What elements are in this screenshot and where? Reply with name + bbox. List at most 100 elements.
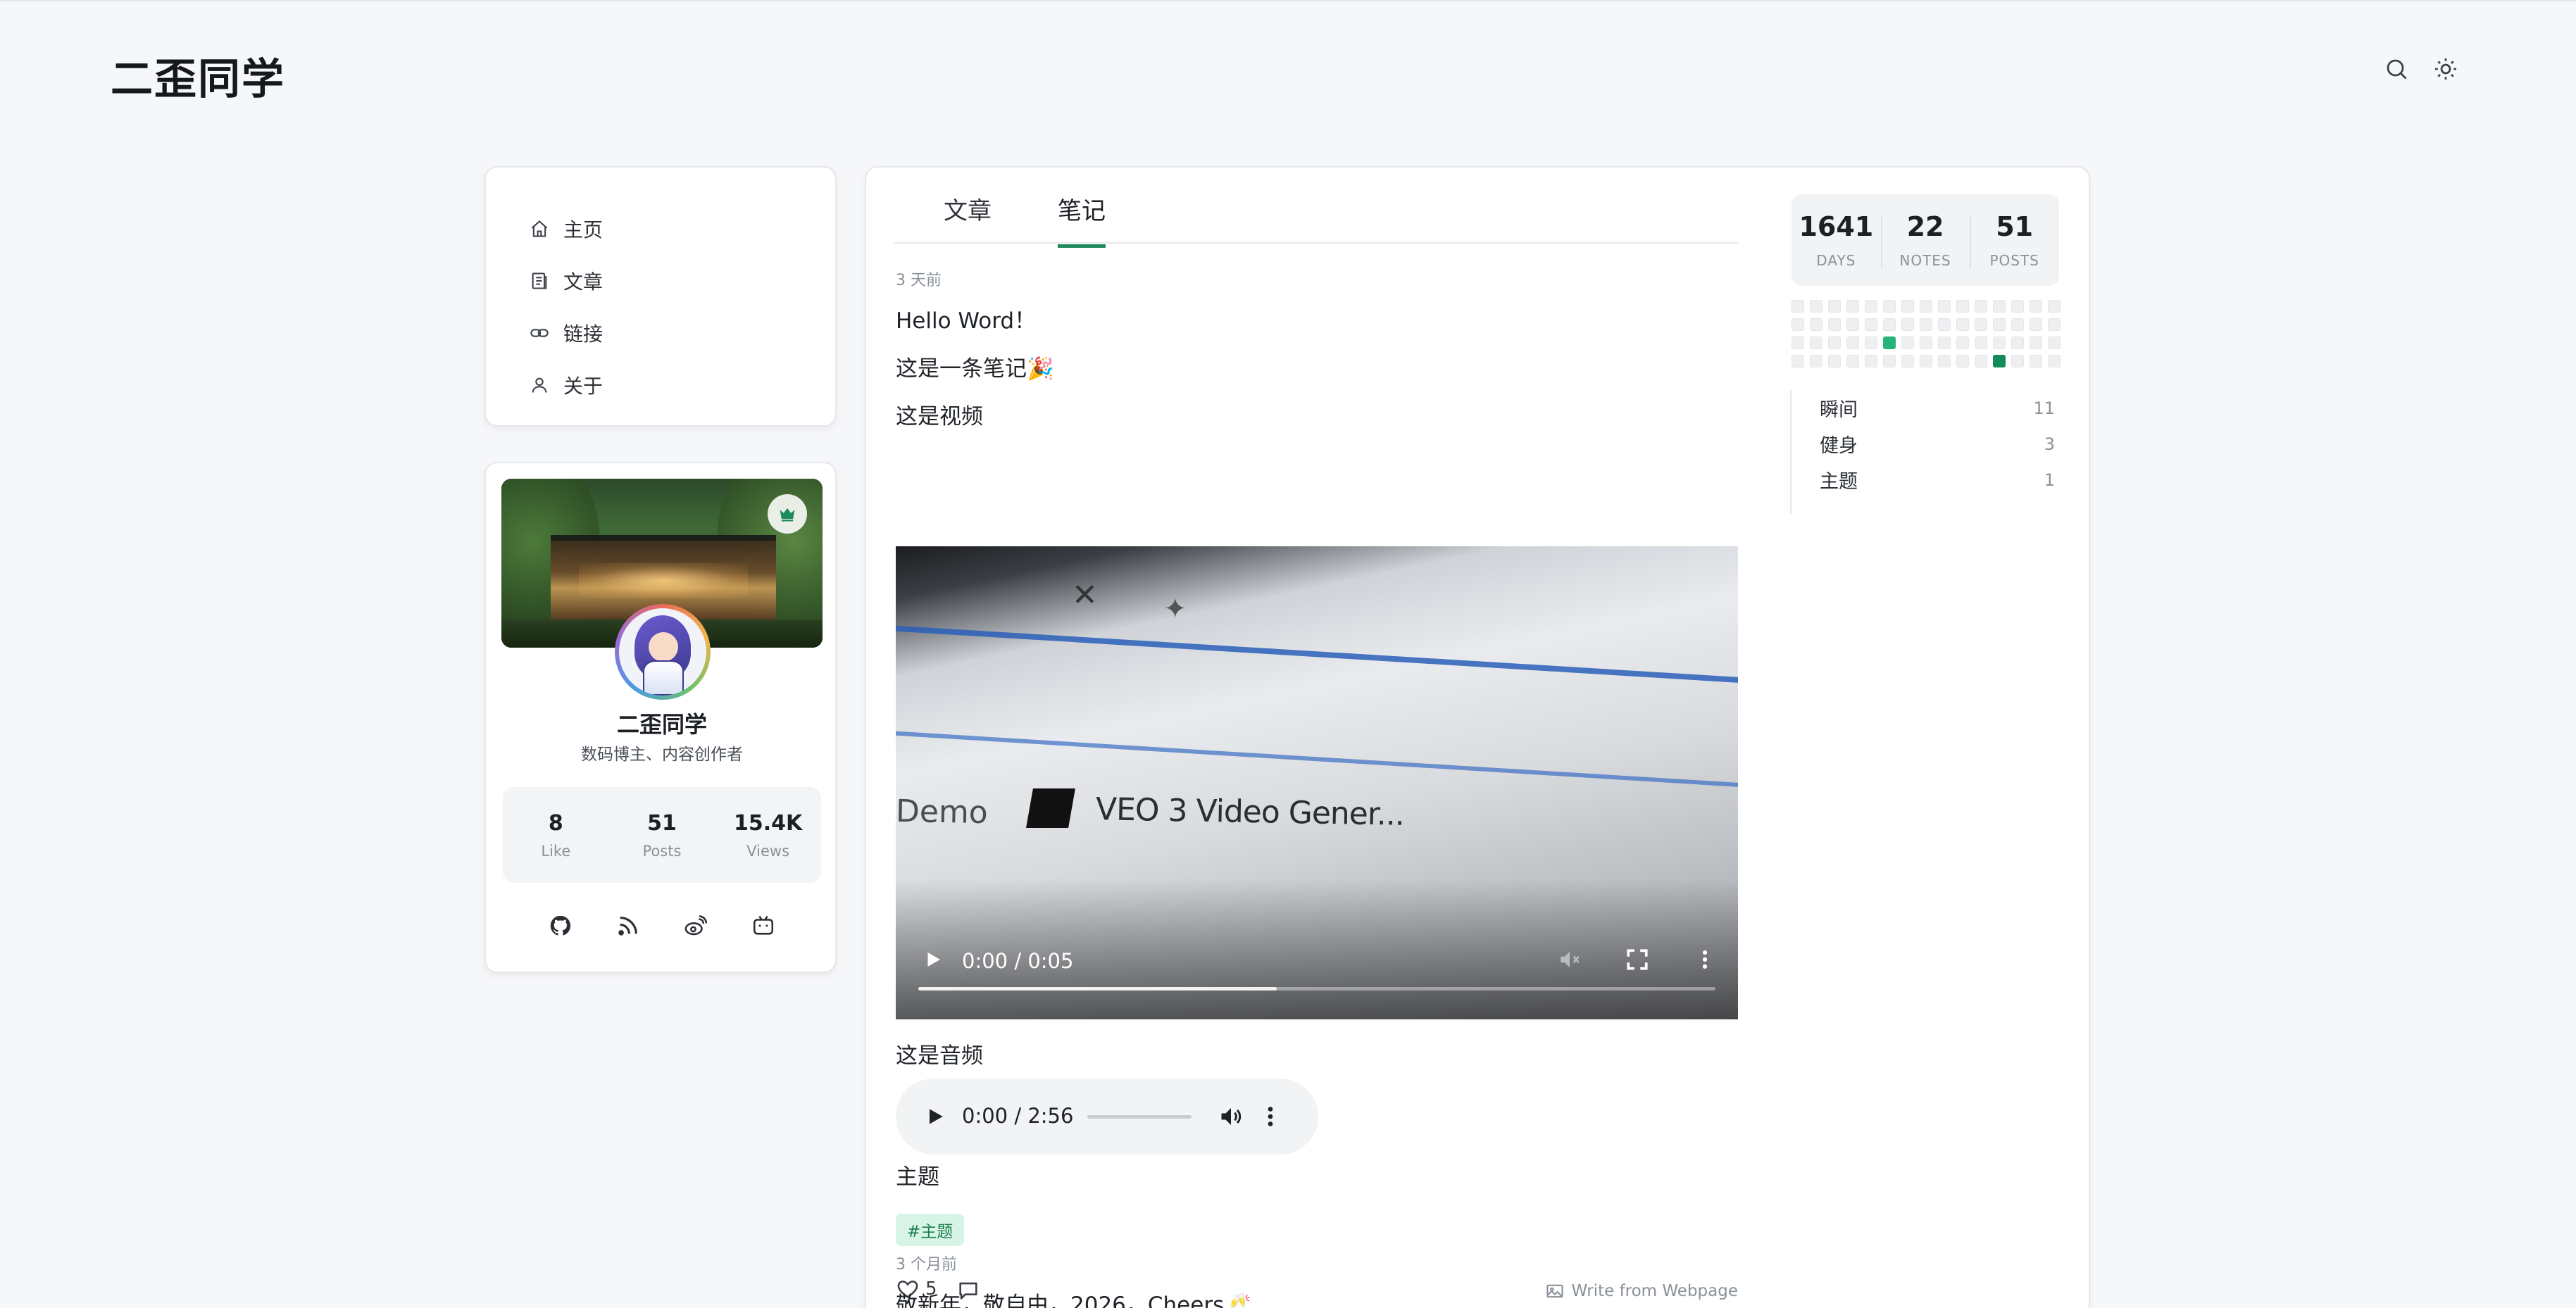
link-icon bbox=[530, 323, 549, 343]
heatmap-cell bbox=[1901, 337, 1914, 349]
heatmap-cell bbox=[2048, 318, 2061, 331]
stat-posts: 51 Posts bbox=[613, 811, 711, 860]
note-tag[interactable]: #主题 bbox=[896, 1214, 965, 1246]
heatmap-cell bbox=[1792, 355, 1804, 367]
nav-item-label: 文章 bbox=[563, 270, 604, 294]
audio-more-icon[interactable] bbox=[1258, 1104, 1283, 1129]
heatmap-cell bbox=[1993, 355, 2006, 367]
rss-icon[interactable] bbox=[616, 914, 640, 938]
heatmap-cell bbox=[1920, 318, 1932, 331]
video-more-icon[interactable] bbox=[1693, 948, 1717, 971]
heatmap-cell bbox=[1792, 337, 1804, 349]
heatmap-cell bbox=[1828, 355, 1841, 367]
nav-item-about[interactable]: 关于 bbox=[530, 359, 835, 411]
heatmap-cell bbox=[1975, 355, 1987, 367]
heatmap-cell bbox=[1828, 300, 1841, 313]
tag-list-count: 1 bbox=[2044, 470, 2055, 490]
tag-list-count: 11 bbox=[2033, 398, 2055, 418]
user-icon bbox=[530, 375, 549, 395]
overview-label: POSTS bbox=[1989, 252, 2039, 269]
bilibili-icon[interactable] bbox=[751, 914, 775, 938]
heatmap-cell bbox=[1956, 355, 1969, 367]
heatmap-cell bbox=[2011, 318, 2024, 331]
overview-days: 1641 DAYS bbox=[1792, 211, 1881, 269]
heatmap-cell bbox=[2048, 337, 2061, 349]
stat-likes: 8 Like bbox=[506, 811, 605, 860]
heatmap-cell bbox=[1810, 355, 1822, 367]
heatmap-cell bbox=[1993, 337, 2006, 349]
heatmap-cell bbox=[1920, 355, 1932, 367]
video-fullscreen-icon[interactable] bbox=[1625, 948, 1649, 971]
crown-icon bbox=[780, 508, 795, 522]
avatar[interactable] bbox=[615, 604, 711, 700]
profile-card: 二歪同学 数码博主、内容创作者 8 Like 51 Posts 15.4K Vi… bbox=[484, 462, 837, 973]
stat-value: 51 bbox=[647, 810, 677, 836]
audio-play-icon[interactable] bbox=[924, 1105, 946, 1128]
tag-list-item[interactable]: 主题 1 bbox=[1820, 462, 2055, 498]
heatmap-cell bbox=[1920, 300, 1932, 313]
heatmap-cell bbox=[1865, 355, 1877, 367]
heatmap-cell bbox=[1828, 318, 1841, 331]
heatmap-cell bbox=[1975, 318, 1987, 331]
nav-item-articles[interactable]: 文章 bbox=[530, 255, 835, 307]
note-time: 3 天前 bbox=[896, 272, 942, 289]
heatmap-cell bbox=[1975, 300, 1987, 313]
overview-value: 51 bbox=[1996, 211, 2034, 242]
nav-item-label: 关于 bbox=[563, 375, 604, 398]
note-item: 3 天前 Hello Word！ 这是一条笔记🎉 这是视频 ✕ ✦ Demo V… bbox=[896, 268, 1738, 1308]
tab-notes[interactable]: 笔记 bbox=[1058, 191, 1106, 248]
weibo-icon[interactable] bbox=[684, 914, 708, 938]
note-line: Hello Word！ bbox=[896, 308, 1037, 334]
video-frame-text-left: Demo bbox=[896, 793, 989, 831]
audio-volume-icon[interactable] bbox=[1218, 1104, 1244, 1129]
video-player[interactable]: ✕ ✦ Demo VEO 3 Video Gener... 0:00 / 0:0… bbox=[896, 546, 1738, 1019]
audio-progress-bar[interactable] bbox=[1087, 1115, 1192, 1119]
frame-close-glyph: ✕ bbox=[1072, 577, 1098, 613]
activity-heatmap bbox=[1792, 300, 2061, 367]
tag-list-item[interactable]: 瞬间 11 bbox=[1820, 390, 2055, 426]
heatmap-cell bbox=[2030, 300, 2042, 313]
github-icon[interactable] bbox=[549, 914, 573, 938]
heatmap-cell bbox=[1883, 355, 1896, 367]
stat-views: 15.4K Views bbox=[719, 811, 818, 860]
heatmap-cell bbox=[2030, 318, 2042, 331]
heatmap-cell bbox=[1938, 355, 1951, 367]
article-icon bbox=[530, 271, 549, 291]
heatmap-cell bbox=[1901, 300, 1914, 313]
note-line: 这是一条笔记🎉 bbox=[896, 356, 1054, 382]
heatmap-cell bbox=[1846, 300, 1859, 313]
tab-articles[interactable]: 文章 bbox=[944, 191, 992, 244]
heatmap-cell bbox=[1828, 337, 1841, 349]
frame-pin-glyph: ✦ bbox=[1163, 593, 1187, 625]
search-icon[interactable] bbox=[2384, 56, 2409, 82]
site-title[interactable]: 二歪同学 bbox=[111, 45, 285, 106]
nav-item-links[interactable]: 链接 bbox=[530, 307, 835, 359]
heatmap-cell bbox=[1792, 300, 1804, 313]
heatmap-cell bbox=[1938, 300, 1951, 313]
heatmap-cell bbox=[1846, 355, 1859, 367]
heatmap-cell bbox=[1956, 300, 1969, 313]
nav-item-home[interactable]: 主页 bbox=[530, 203, 835, 255]
video-mute-icon[interactable] bbox=[1558, 948, 1582, 971]
overview-label: DAYS bbox=[1816, 252, 1856, 269]
video-play-icon[interactable] bbox=[923, 949, 944, 970]
stat-label: Views bbox=[746, 842, 790, 860]
heatmap-cell bbox=[1956, 337, 1969, 349]
theme-toggle-sun-icon[interactable] bbox=[2433, 56, 2458, 82]
heatmap-cell bbox=[1975, 337, 1987, 349]
heatmap-cell bbox=[1865, 318, 1877, 331]
overview-stats: 1641 DAYS 22 NOTES 51 POSTS bbox=[1792, 194, 2059, 286]
profile-bio: 数码博主、内容创作者 bbox=[581, 746, 743, 764]
note-tag-list: 瞬间 11 健身 3 主题 1 bbox=[1790, 390, 2055, 514]
heatmap-cell bbox=[1920, 337, 1932, 349]
heatmap-cell bbox=[1792, 318, 1804, 331]
tag-list-item[interactable]: 健身 3 bbox=[1820, 426, 2055, 462]
audio-time: 0:00 / 2:56 bbox=[962, 1104, 1074, 1128]
audio-player[interactable]: 0:00 / 2:56 bbox=[896, 1079, 1318, 1155]
crown-badge-button[interactable] bbox=[768, 494, 807, 534]
video-progress-bar[interactable] bbox=[918, 987, 1715, 991]
heatmap-cell bbox=[1993, 300, 2006, 313]
heatmap-cell bbox=[1810, 300, 1822, 313]
heatmap-cell bbox=[1938, 337, 1951, 349]
tag-list-name: 健身 bbox=[1820, 435, 1858, 457]
